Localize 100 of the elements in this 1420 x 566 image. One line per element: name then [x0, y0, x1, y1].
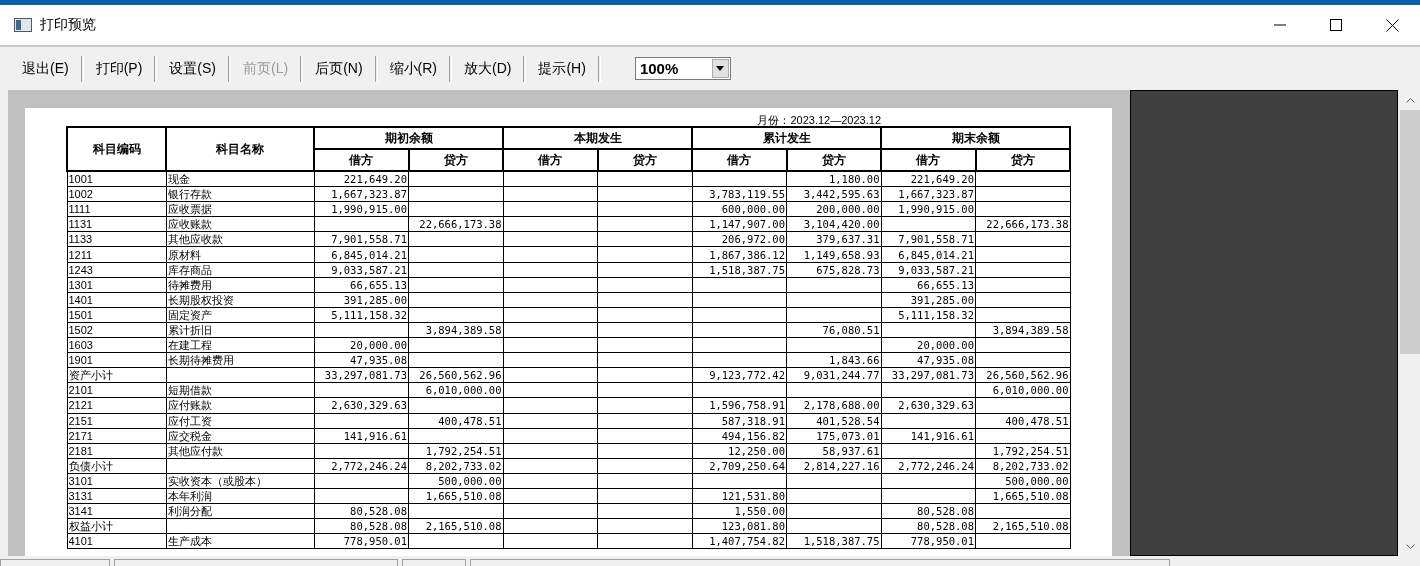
table-cell: 资产小计 — [68, 369, 113, 382]
table-cell: 221,649.20 — [343, 173, 407, 186]
column-header: 借方 — [881, 149, 976, 171]
column-header: 期末余额 — [881, 127, 1070, 149]
maximize-icon — [1330, 19, 1342, 31]
table-cell: 379,637.31 — [816, 233, 880, 246]
table-cell: 2101 — [68, 384, 93, 397]
table-cell: 1001 — [68, 173, 93, 186]
table-cell: 2,165,510.08 — [992, 520, 1069, 533]
table-cell: 6,010,000.00 — [992, 384, 1069, 397]
table-cell: 2,178,688.00 — [803, 399, 880, 412]
table-cell: 1,180.00 — [828, 173, 880, 186]
table-cell: 1,667,323.87 — [331, 188, 407, 201]
zoom-dropdown[interactable]: 100% — [634, 57, 731, 80]
table-cell: 206,972.00 — [721, 233, 785, 246]
close-icon — [1385, 18, 1399, 32]
table-cell: 141,916.61 — [343, 429, 407, 442]
table-cell: 778,950.01 — [343, 535, 407, 548]
table-cell: 其他应收款 — [167, 233, 223, 246]
toolbar-button[interactable]: 设置(S) — [159, 54, 226, 83]
table-cell: 1,550.00 — [734, 505, 785, 518]
table-cell: 2,630,329.63 — [898, 399, 974, 412]
table-cell: 3101 — [68, 474, 93, 487]
table-cell: 6,845,014.21 — [331, 248, 407, 261]
table-cell: 应付账款 — [167, 399, 212, 412]
table-cell: 778,950.01 — [910, 535, 974, 548]
toolbar-button[interactable]: 提示(H) — [528, 54, 596, 83]
table-cell: 58,937.61 — [822, 444, 880, 457]
table-cell: 80,528.08 — [917, 520, 974, 533]
table-cell: 1,665,510.08 — [425, 490, 502, 502]
table-cell: 47,935.08 — [350, 354, 407, 367]
table-cell: 1901 — [68, 354, 93, 367]
column-header: 科目名称 — [166, 127, 314, 171]
table-cell: 47,935.08 — [917, 354, 974, 367]
table-cell: 1,407,754.82 — [709, 535, 785, 548]
table-cell: 应付工资 — [167, 414, 212, 427]
table-cell: 7,901,558.71 — [331, 233, 407, 246]
table-cell: 401,528.54 — [816, 414, 880, 427]
window-icon — [14, 18, 32, 32]
table-cell: 实收资本（或股本） — [167, 474, 267, 487]
table-cell: 12,250.00 — [728, 444, 785, 457]
column-header: 科目编码 — [67, 127, 166, 171]
table-cell: 利润分配 — [167, 505, 212, 518]
toolbar-button[interactable]: 放大(D) — [454, 54, 522, 83]
table-cell: 9,031,244.77 — [803, 369, 880, 382]
table-cell: 2,772,246.24 — [331, 459, 407, 472]
toolbar-button[interactable]: 缩小(R) — [379, 54, 447, 83]
table-cell: 其他应付款 — [167, 444, 223, 457]
table-cell: 500,000.00 — [438, 474, 502, 487]
table-cell: 1243 — [68, 263, 93, 276]
table-cell: 银行存款 — [167, 188, 212, 201]
table-cell: 22,666,173.38 — [419, 218, 502, 231]
table-cell: 本年利润 — [167, 490, 212, 502]
table-cell: 1401 — [68, 293, 93, 306]
period-label: 月份：2023.12—2023.12 — [757, 114, 881, 126]
table-cell: 1,990,915.00 — [331, 203, 407, 216]
toolbar-button[interactable]: 退出(E) — [12, 54, 79, 83]
table-cell: 现金 — [167, 173, 190, 186]
table-cell: 9,123,772.42 — [709, 369, 785, 382]
table-cell: 3,104,420.00 — [803, 218, 880, 231]
table-cell: 1,518,387.75 — [803, 535, 880, 548]
toolbar-button[interactable]: 后页(N) — [305, 54, 373, 83]
table-cell: 1,149,658.93 — [803, 248, 880, 261]
column-header: 本期发生 — [503, 127, 692, 149]
table-cell: 2,772,246.24 — [898, 459, 974, 472]
table-cell: 2,630,329.63 — [331, 399, 407, 412]
toolbar-button[interactable]: 打印(P) — [85, 54, 153, 83]
scrollbar-thumb[interactable] — [1400, 110, 1420, 354]
table-cell: 1,518,387.75 — [709, 263, 785, 276]
table-cell: 1,665,510.08 — [992, 490, 1069, 502]
table-cell: 3141 — [68, 505, 93, 518]
minimize-icon — [1274, 24, 1286, 26]
table-cell: 2121 — [68, 399, 93, 412]
table-cell: 9,033,587.21 — [331, 263, 407, 276]
dropdown-arrow-icon — [716, 66, 725, 71]
table-cell: 1,843.66 — [828, 354, 880, 367]
table-cell: 8,202,733.02 — [992, 459, 1069, 472]
column-header: 贷方 — [408, 149, 503, 171]
table-cell: 1,867,386.12 — [709, 248, 785, 261]
table-cell: 1,792,254.51 — [425, 444, 502, 457]
scroll-down-icon[interactable] — [1405, 543, 1415, 549]
table-cell: 20,000.00 — [917, 339, 974, 352]
table-cell: 5,111,158.32 — [331, 308, 407, 321]
table-cell: 121,531.80 — [721, 490, 785, 502]
table-cell: 587,318.91 — [721, 414, 785, 427]
scroll-up-icon[interactable] — [1405, 97, 1415, 103]
table-cell: 在建工程 — [167, 339, 212, 352]
table-cell: 2181 — [68, 444, 93, 457]
table-cell: 391,285.00 — [343, 293, 407, 306]
table-cell: 应交税金 — [167, 429, 212, 442]
table-cell: 1501 — [68, 308, 93, 321]
table-cell: 33,297,081.73 — [891, 369, 974, 382]
column-header: 借方 — [692, 149, 787, 171]
table-cell: 200,000.00 — [816, 203, 880, 216]
column-header: 借方 — [314, 149, 409, 171]
table-cell: 1603 — [68, 339, 93, 352]
table-cell: 1133 — [68, 233, 93, 246]
table-cell: 2,814,227.16 — [803, 459, 880, 472]
table-cell: 1502 — [68, 324, 93, 336]
table-cell: 33,297,081.73 — [324, 369, 407, 382]
